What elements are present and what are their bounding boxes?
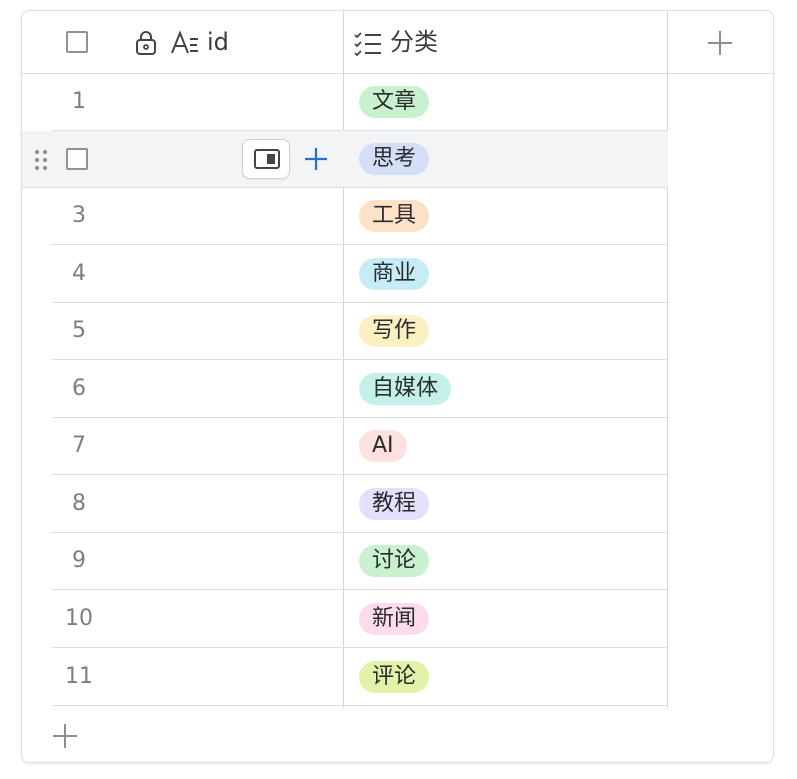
- category-tag: 讨论: [359, 545, 430, 577]
- column-header-category[interactable]: 分类: [390, 27, 438, 57]
- row-number: 8: [72, 491, 86, 516]
- category-tag: 工具: [359, 200, 430, 232]
- table-row[interactable]: 1 文章: [52, 74, 668, 131]
- add-row-icon[interactable]: [50, 721, 80, 751]
- category-tag: 文章: [359, 86, 430, 118]
- category-tag: 评论: [359, 661, 430, 693]
- table-row[interactable]: 6 自媒体: [52, 361, 668, 418]
- drag-handle-icon[interactable]: [34, 149, 48, 171]
- table-row[interactable]: 7 AI: [52, 418, 668, 475]
- table-row[interactable]: 9 讨论: [52, 533, 668, 590]
- category-tag: 写作: [359, 315, 430, 347]
- category-tag: 新闻: [359, 603, 430, 635]
- add-record-icon[interactable]: [303, 146, 329, 172]
- table-row[interactable]: 4 商业: [52, 246, 668, 303]
- row-number: 4: [72, 261, 86, 286]
- expand-row-button[interactable]: [242, 139, 290, 179]
- text-field-icon: [171, 30, 198, 54]
- table-header: id 分类: [22, 11, 773, 74]
- row-number: 9: [72, 548, 86, 573]
- data-table: id 分类 1 文章 思考 3 工具 4 商业 5 写作 6 自媒体 7 AI …: [21, 10, 774, 763]
- column-header-id[interactable]: id: [207, 27, 229, 57]
- row-number: 6: [72, 376, 86, 401]
- multi-select-icon: [354, 32, 381, 56]
- row-number: 10: [65, 606, 93, 631]
- lock-icon: [136, 31, 156, 55]
- table-row[interactable]: 5 写作: [52, 303, 668, 360]
- row-number: 1: [72, 89, 86, 114]
- category-tag: 思考: [359, 143, 430, 175]
- table-row[interactable]: 11 评论: [52, 649, 668, 706]
- category-tag: 教程: [359, 488, 430, 520]
- add-column-icon[interactable]: [705, 28, 735, 58]
- table-row[interactable]: 3 工具: [52, 188, 668, 245]
- row-checkbox[interactable]: [66, 148, 88, 170]
- row-number: 3: [72, 203, 86, 228]
- row-number: 5: [72, 318, 86, 343]
- expand-record-icon: [254, 149, 280, 169]
- category-tag: 商业: [359, 258, 430, 290]
- row-number: 11: [65, 664, 93, 689]
- table-row-hovered[interactable]: 思考: [22, 131, 668, 188]
- category-tag: 自媒体: [359, 373, 452, 405]
- category-tag: AI: [359, 430, 407, 462]
- select-all-checkbox[interactable]: [66, 31, 88, 53]
- row-number: 7: [72, 433, 86, 458]
- table-row[interactable]: 8 教程: [52, 476, 668, 533]
- table-row[interactable]: 10 新闻: [52, 591, 668, 648]
